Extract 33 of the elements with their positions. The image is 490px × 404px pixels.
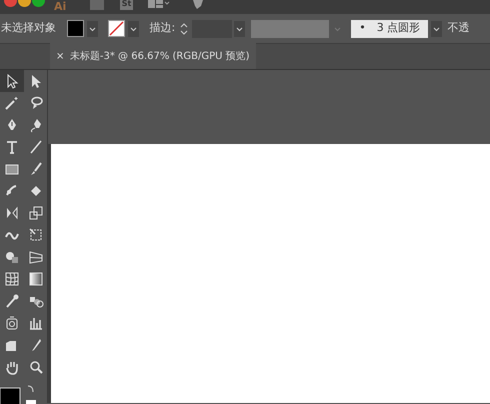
line-tool-icon — [28, 139, 44, 155]
spinner-icon[interactable] — [179, 20, 190, 36]
close-button[interactable]: × — [56, 48, 64, 64]
gradient-icon — [28, 271, 44, 287]
bar-graph-icon — [28, 315, 44, 331]
reflect-icon — [4, 205, 20, 221]
layout-icon[interactable] — [148, 0, 170, 10]
stroke-label: 描边: — [150, 20, 176, 36]
caret-icon[interactable] — [86, 20, 98, 36]
caret-icon[interactable] — [128, 20, 138, 36]
opacity-label: 不透 — [448, 20, 470, 36]
tab-title: 未标题-3* @ 66.67% (RGB/GPU 预览) — [70, 50, 250, 64]
variable-width-field[interactable] — [251, 20, 330, 38]
caret-icon[interactable] — [431, 20, 442, 36]
stroke-swatch[interactable] — [108, 20, 124, 37]
wand-icon — [4, 95, 20, 111]
zoom-icon — [28, 359, 44, 375]
type-tool-icon — [4, 139, 20, 155]
brush-dropdown[interactable]: • 3 点圆形 — [351, 20, 428, 38]
document-tab[interactable]: × 未标题-3* @ 66.67% (RGB/GPU 预览) — [50, 43, 256, 69]
fill-swatch[interactable] — [66, 20, 84, 37]
selection-status: 未选择对象 — [1, 20, 56, 36]
scale-icon — [28, 205, 44, 221]
perspective-grid-icon — [28, 249, 44, 265]
shape-builder-icon — [4, 249, 20, 265]
transform-icon — [28, 227, 44, 243]
app-logo: Ai — [54, 1, 66, 12]
caret-icon[interactable] — [234, 20, 246, 36]
pen-icon — [28, 117, 44, 133]
tool-button[interactable] — [0, 70, 24, 92]
mesh-icon — [4, 271, 20, 287]
hand-icon — [4, 359, 20, 375]
eyedropper-icon — [4, 293, 20, 309]
